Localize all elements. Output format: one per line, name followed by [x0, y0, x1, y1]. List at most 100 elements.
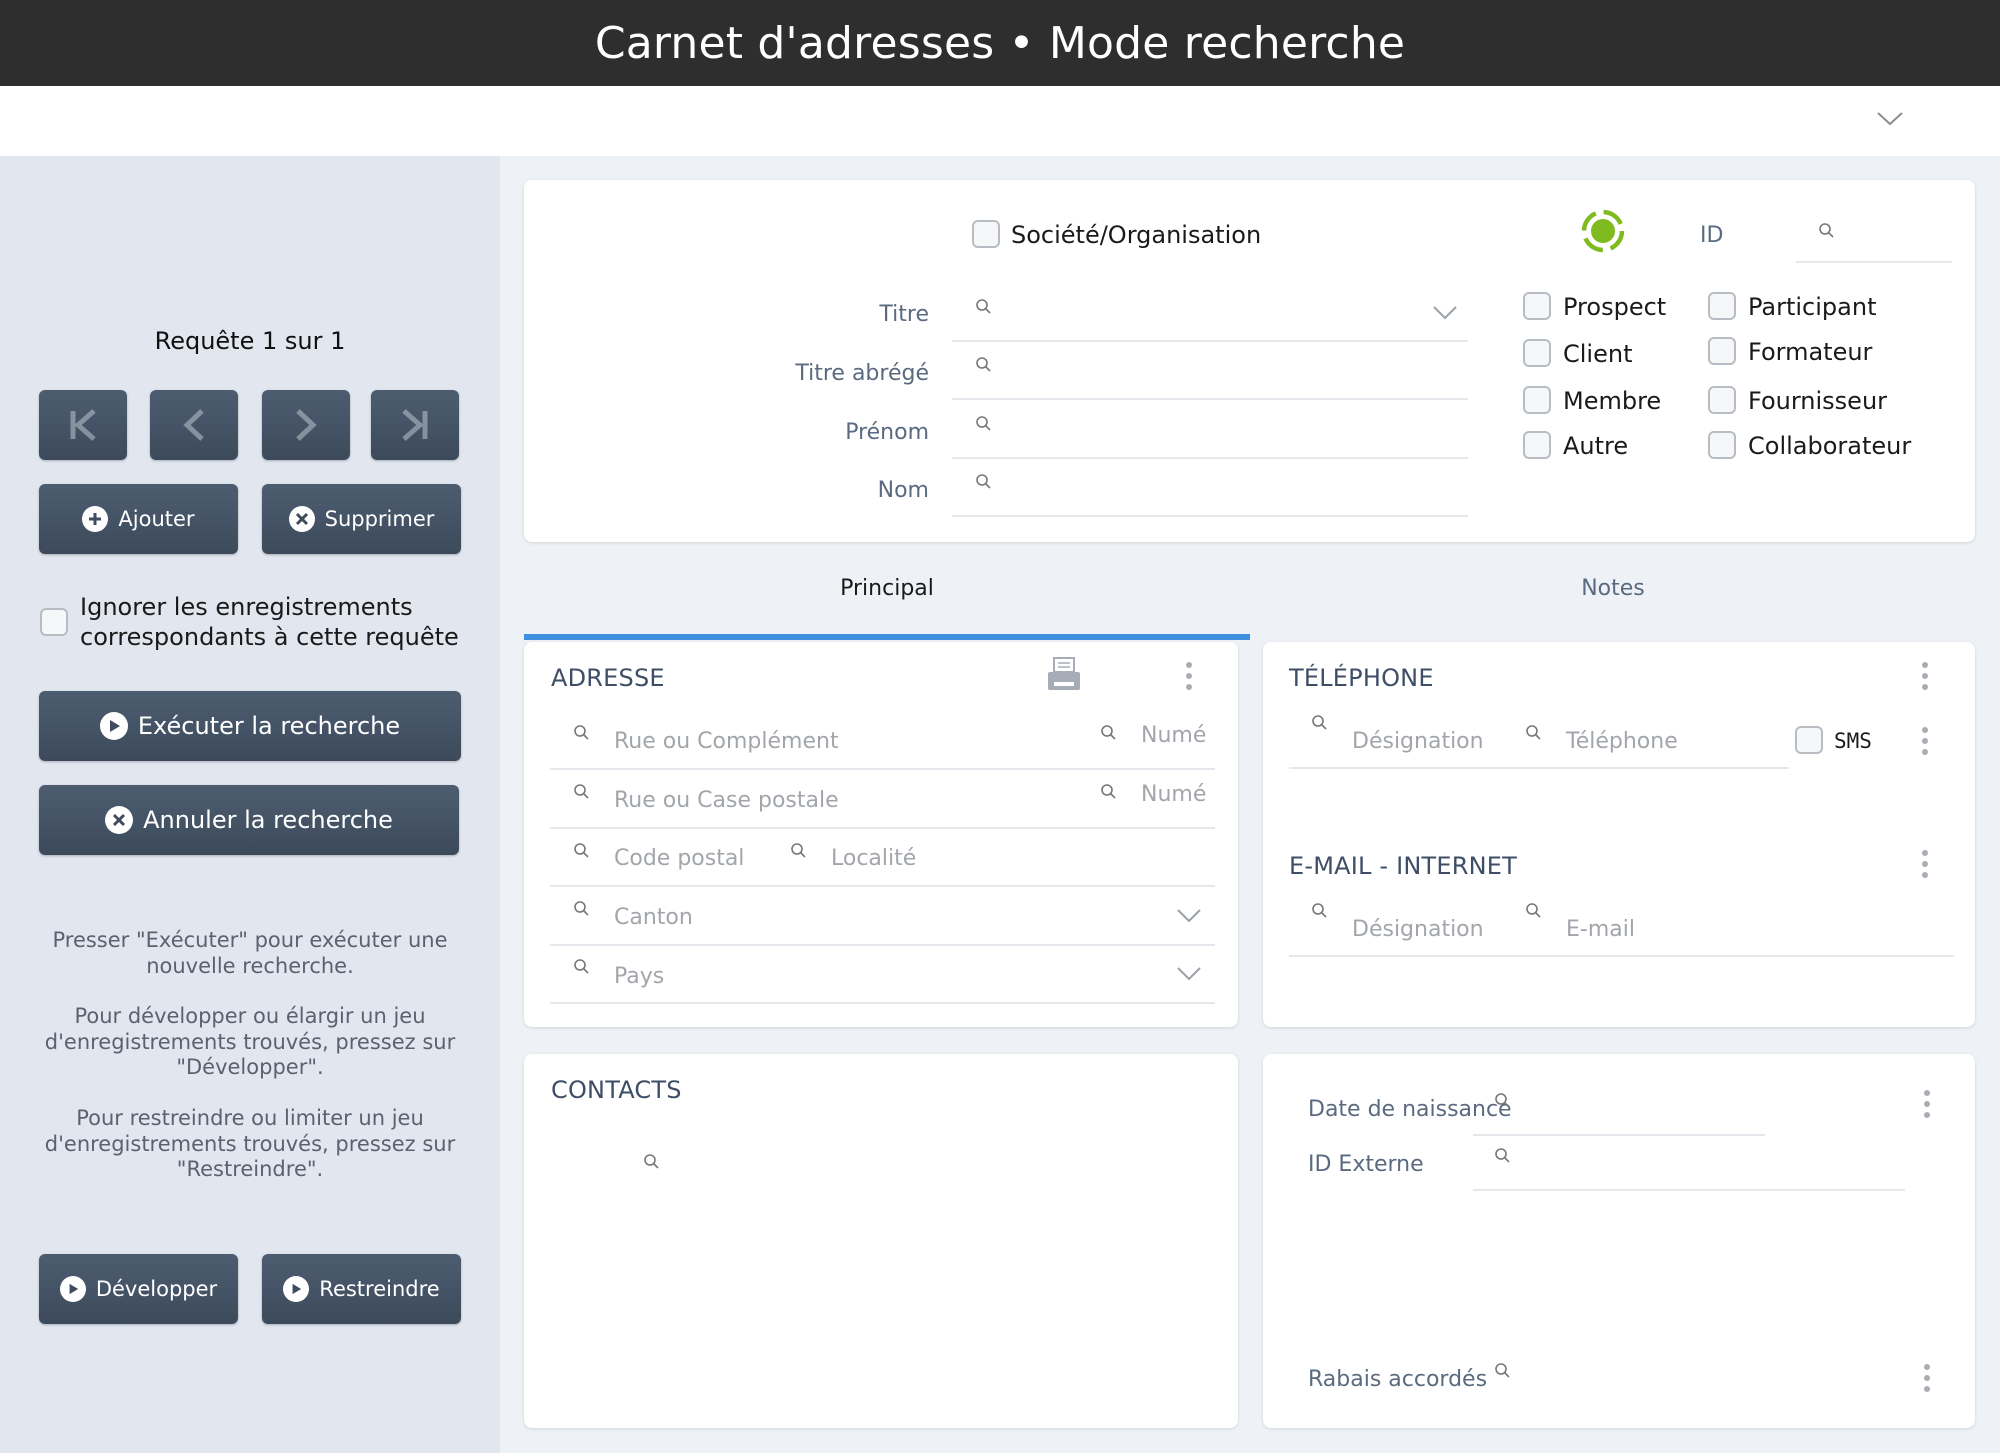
- trainer-checkbox[interactable]: [1708, 337, 1736, 365]
- phone-row-kebab-icon[interactable]: [1920, 727, 1930, 755]
- supplier-checkbox[interactable]: [1708, 386, 1736, 414]
- request-counter: Requête 1 sur 1: [154, 327, 346, 355]
- first-record-button[interactable]: [39, 390, 127, 460]
- search-icon: [1312, 903, 1327, 918]
- ignore-records-label: Ignorer les enregistrements correspondan…: [80, 592, 459, 652]
- collaborator-checkbox[interactable]: [1708, 431, 1736, 459]
- play-circle-icon: [283, 1276, 310, 1302]
- city-placeholder: Localité: [831, 846, 917, 871]
- other-label: Autre: [1563, 432, 1629, 460]
- window-title: Carnet d'adresses • Mode recherche: [594, 17, 1406, 69]
- search-icon: [1101, 725, 1116, 740]
- status-indicator-icon: [1581, 209, 1625, 253]
- id-field-underline: [1796, 261, 1952, 263]
- cancel-search-button[interactable]: Annuler la recherche: [39, 785, 459, 855]
- next-record-button[interactable]: [262, 390, 350, 460]
- number2-placeholder: Numé: [1141, 782, 1207, 807]
- discounts-search-field[interactable]: [1473, 1352, 1905, 1402]
- id-label: ID: [1700, 223, 1724, 248]
- number1-placeholder: Numé: [1141, 723, 1207, 748]
- ignore-records-checkbox[interactable]: [40, 608, 68, 636]
- window-title-bar: Carnet d'adresses • Mode recherche: [0, 0, 2000, 86]
- street-complement-placeholder: Rue ou Complément: [614, 729, 839, 754]
- search-icon: [1495, 1148, 1510, 1163]
- title-dropdown-chevron-icon[interactable]: [1432, 305, 1458, 321]
- active-tab-indicator: [524, 634, 1250, 640]
- search-icon: [574, 901, 589, 916]
- search-icon: [1101, 784, 1116, 799]
- first-icon: [70, 409, 96, 441]
- search-icon: [976, 299, 991, 314]
- email-address-placeholder: E-mail: [1566, 917, 1635, 942]
- birthdate-search-field[interactable]: [1473, 1082, 1765, 1134]
- delete-button[interactable]: Supprimer: [262, 484, 461, 554]
- email-menu-kebab-icon[interactable]: [1920, 850, 1930, 878]
- last-record-button[interactable]: [371, 390, 459, 460]
- tab-notes[interactable]: Notes: [1250, 576, 1976, 601]
- short-title-search-field[interactable]: [952, 350, 1468, 398]
- close-circle-icon: [288, 506, 315, 532]
- cancel-search-label: Annuler la recherche: [143, 806, 393, 834]
- chevron-down-icon[interactable]: [1176, 908, 1202, 924]
- previous-record-button[interactable]: [150, 390, 238, 460]
- email-designation-placeholder: Désignation: [1352, 917, 1484, 942]
- plus-circle-icon: [82, 506, 109, 532]
- title-underline: [952, 340, 1468, 342]
- search-icon: [574, 725, 589, 740]
- discounts-kebab-icon[interactable]: [1922, 1364, 1932, 1392]
- develop-button[interactable]: Développer: [39, 1254, 238, 1324]
- search-icon: [1495, 1093, 1510, 1108]
- client-checkbox[interactable]: [1523, 339, 1551, 367]
- first-name-label: Prénom: [845, 420, 929, 445]
- search-icon: [574, 784, 589, 799]
- member-label: Membre: [1563, 387, 1662, 415]
- execute-search-button[interactable]: Exécuter la recherche: [39, 691, 461, 761]
- last-name-search-field[interactable]: [952, 467, 1468, 515]
- member-checkbox[interactable]: [1523, 386, 1551, 414]
- client-label: Client: [1563, 340, 1633, 368]
- search-icon: [976, 416, 991, 431]
- birthdate-kebab-icon[interactable]: [1922, 1090, 1932, 1118]
- help-text-develop: Pour développer ou élargir un jeu d'enre…: [44, 1004, 456, 1079]
- execute-search-label: Exécuter la recherche: [137, 712, 401, 740]
- play-circle-icon: [59, 1276, 86, 1302]
- tab-principal[interactable]: Principal: [524, 576, 1250, 601]
- external-id-underline: [1473, 1189, 1905, 1191]
- other-checkbox[interactable]: [1523, 431, 1551, 459]
- close-circle-icon: [105, 806, 134, 834]
- prospect-checkbox[interactable]: [1523, 292, 1551, 320]
- address-title: ADRESSE: [551, 664, 665, 692]
- print-icon[interactable]: [1046, 656, 1082, 692]
- participant-checkbox[interactable]: [1708, 292, 1736, 320]
- last-name-label: Nom: [877, 478, 929, 503]
- develop-label: Développer: [95, 1277, 218, 1301]
- play-circle-icon: [99, 712, 128, 740]
- phone-designation-placeholder: Désignation: [1352, 729, 1484, 754]
- canton-placeholder: Canton: [614, 905, 693, 930]
- chevron-down-icon[interactable]: [1176, 966, 1202, 982]
- sms-checkbox[interactable]: [1795, 726, 1823, 754]
- last-name-underline: [952, 515, 1468, 517]
- search-icon: [976, 474, 991, 489]
- phone-menu-kebab-icon[interactable]: [1920, 662, 1930, 690]
- zip-placeholder: Code postal: [614, 846, 745, 871]
- search-icon: [574, 959, 589, 974]
- short-title-label: Titre abrégé: [795, 361, 929, 386]
- address-menu-kebab-icon[interactable]: [1184, 662, 1194, 690]
- first-name-search-field[interactable]: [952, 408, 1468, 456]
- organization-checkbox[interactable]: [972, 220, 1000, 248]
- search-icon: [574, 843, 589, 858]
- toolbar: [0, 86, 2000, 156]
- prospect-label: Prospect: [1563, 293, 1667, 321]
- contacts-title: CONTACTS: [551, 1076, 682, 1104]
- search-icon: [976, 357, 991, 372]
- id-search-field[interactable]: [1796, 200, 1952, 260]
- external-id-search-field[interactable]: [1473, 1138, 1905, 1190]
- title-search-field[interactable]: [952, 290, 1468, 340]
- country-placeholder: Pays: [614, 964, 665, 989]
- contacts-search-icon[interactable]: [643, 1153, 661, 1171]
- email-title: E-MAIL - INTERNET: [1289, 852, 1518, 880]
- restrict-button[interactable]: Restreindre: [262, 1254, 461, 1324]
- add-button[interactable]: Ajouter: [39, 484, 238, 554]
- chevron-down-icon[interactable]: [1876, 111, 1904, 127]
